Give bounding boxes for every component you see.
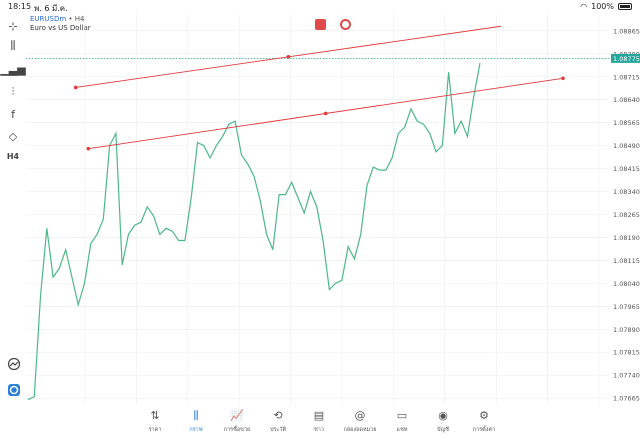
price-tick-label: 1.08640 xyxy=(613,96,640,104)
price-tick-label: 1.08565 xyxy=(613,119,640,127)
tab-chat[interactable]: ▭ แชท xyxy=(382,409,422,434)
price-chart[interactable]: 1.088651.087901.087151.086401.085651.084… xyxy=(26,14,640,405)
timeframe-label[interactable]: H4 xyxy=(5,148,21,164)
price-tick-label: 1.07965 xyxy=(613,303,640,311)
tab-news[interactable]: ▤ ข่าว xyxy=(299,409,339,434)
price-tick-label: 1.07740 xyxy=(613,372,640,380)
trade-button-icon[interactable] xyxy=(315,19,326,30)
price-line-series xyxy=(27,62,481,401)
price-tick-label: 1.08415 xyxy=(613,165,640,173)
status-right: ◠ 100% xyxy=(580,2,632,11)
status-time: 18:15 xyxy=(8,2,32,11)
trade-icon: 📈 xyxy=(230,409,244,422)
price-tick-label: 1.08115 xyxy=(613,257,640,265)
wifi-icon: ◠ xyxy=(580,2,588,11)
price-tick-label: 1.08865 xyxy=(613,27,640,35)
accounts-icon: ◉ xyxy=(438,409,448,422)
tab-label: การตั้งค่า xyxy=(472,427,496,433)
tab-label: กราฟ xyxy=(189,427,203,433)
price-tick-label: 1.08490 xyxy=(613,142,640,150)
tab-label: แชท xyxy=(396,427,408,433)
tab-mailbox[interactable]: @ กล่องจดหมาย xyxy=(340,409,380,434)
indicators-icon[interactable]: ▁▃▅ xyxy=(0,61,25,77)
trendline-anchor[interactable] xyxy=(561,76,565,81)
tab-chart[interactable]: ⫼ กราฟ xyxy=(176,409,216,434)
tab-label: ประวัติ xyxy=(269,427,287,433)
app-logo-icon[interactable] xyxy=(7,383,21,397)
price-tick-label: 1.08190 xyxy=(613,234,640,242)
price-tick-label: 1.08715 xyxy=(613,73,640,81)
chart-history-icon[interactable] xyxy=(7,357,21,371)
bid-price-label: 1.08775 xyxy=(613,55,640,63)
crosshair-icon[interactable]: ⊹ xyxy=(5,18,21,34)
tab-settings[interactable]: ⚙ การตั้งค่า xyxy=(464,409,504,434)
tab-history[interactable]: ⟲ ประวัติ xyxy=(258,409,298,434)
trendline-anchor[interactable] xyxy=(323,111,328,116)
price-tick-label: 1.07890 xyxy=(613,326,640,334)
tab-label: การซื้อขาย xyxy=(223,427,251,433)
tab-quotes[interactable]: ⇅ ราคา xyxy=(135,409,175,434)
tab-label: กล่องจดหมาย xyxy=(343,427,377,433)
price-tick-label: 1.08040 xyxy=(613,280,640,288)
bottom-tab-bar: ⇅ ราคา ⫼ กราฟ 📈 การซื้อขาย ⟲ ประวัติ ▤ ข่าว @ กล่อง… xyxy=(0,405,640,447)
tab-accounts[interactable]: ◉ บัญชี xyxy=(423,409,463,434)
mailbox-icon: @ xyxy=(354,409,366,422)
tab-trade[interactable]: 📈 การซื้อขาย xyxy=(217,409,257,434)
trendline-anchor[interactable] xyxy=(286,55,291,59)
shapes-icon[interactable]: ◇ xyxy=(5,128,21,144)
tab-label: ราคา xyxy=(148,427,162,433)
battery-icon xyxy=(618,3,632,10)
chart-icon: ⫼ xyxy=(193,409,199,422)
tab-label: ข่าว xyxy=(314,427,324,433)
chat-icon: ▭ xyxy=(396,409,408,422)
news-icon: ▤ xyxy=(313,409,325,422)
chart-toolbar: ⊹ ⫼ ▁▃▅ ⫶ f ◇ H4 xyxy=(0,14,26,414)
sliders-icon[interactable]: ⫶ xyxy=(5,84,21,100)
price-tick-label: 1.08265 xyxy=(613,211,640,219)
candles-icon[interactable]: ⫼ xyxy=(5,38,21,54)
status-bar: 18:15 พ. 6 มี.ค. ◠ 100% xyxy=(0,0,640,14)
price-tick-label: 1.07665 xyxy=(613,395,640,403)
price-tick-label: 1.08340 xyxy=(613,188,640,196)
price-tick-label: 1.07815 xyxy=(613,349,640,357)
trendline-anchor[interactable] xyxy=(73,85,78,90)
trendline-anchor[interactable] xyxy=(86,146,91,151)
settings-icon: ⚙ xyxy=(479,409,489,422)
quotes-icon: ⇅ xyxy=(150,409,160,422)
history-icon: ⟲ xyxy=(273,409,283,422)
battery-percent: 100% xyxy=(591,2,614,11)
tab-label: บัญชี xyxy=(437,427,449,433)
function-icon[interactable]: f xyxy=(5,106,21,122)
refresh-icon[interactable] xyxy=(340,19,351,30)
